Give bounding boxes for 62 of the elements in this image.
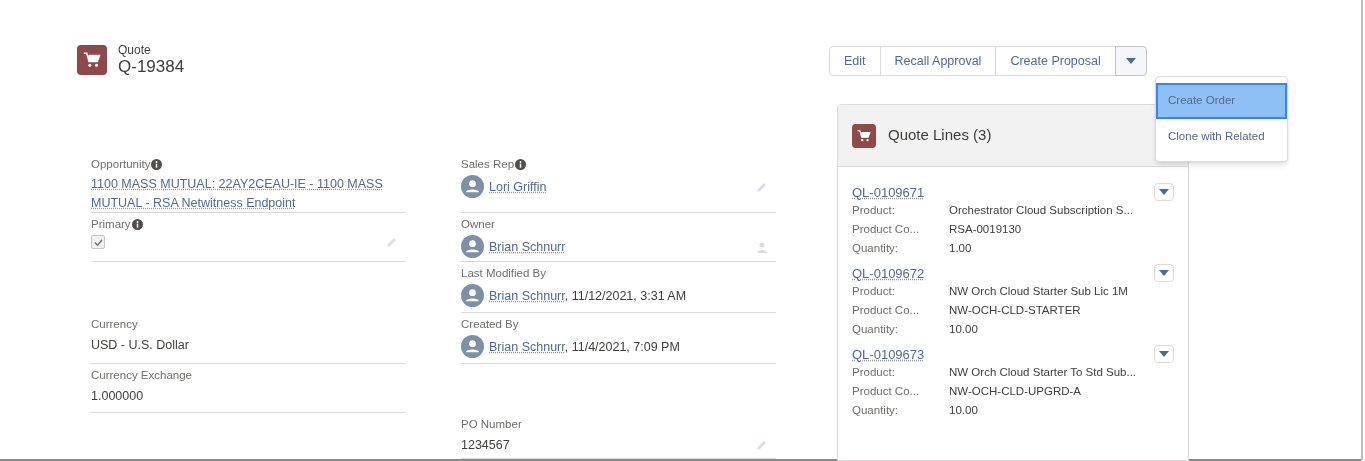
quote-line-link[interactable]: QL-0109673: [852, 345, 925, 363]
field-label: Currency: [91, 317, 138, 332]
field-value: Orchestrator Cloud Subscription S...: [949, 203, 1134, 218]
user-link[interactable]: Lori Griffin: [489, 176, 547, 197]
field-label: Last Modified By: [461, 266, 546, 281]
dropdown-button[interactable]: [1114, 46, 1147, 76]
row-menu-button[interactable]: [1154, 264, 1174, 282]
field-label: Created By: [461, 317, 519, 332]
action-button[interactable]: Create Proposal: [995, 46, 1116, 76]
row-menu-button[interactable]: [1154, 183, 1174, 201]
field-label: Product Co...: [852, 303, 921, 318]
menu-item[interactable]: Create Order: [1156, 83, 1287, 119]
card-title[interactable]: Quote Lines (3): [888, 124, 992, 147]
field-value: 10.00: [949, 403, 978, 418]
user-avatar-icon: [461, 235, 484, 258]
field-label: Quantity:: [852, 322, 900, 337]
field-label: Quantity:: [852, 403, 900, 418]
field-label: Product Co...: [852, 384, 921, 399]
field-label: Owner: [461, 217, 495, 232]
caret-icon: [1159, 189, 1169, 195]
user-link[interactable]: Brian Schnurr: [489, 236, 566, 257]
field-label: Product:: [852, 203, 896, 218]
caret-icon: [1159, 270, 1169, 276]
field-label: Sales Rep: [461, 157, 515, 172]
field-value: 1234567: [461, 437, 510, 454]
menu-item[interactable]: Clone with Related: [1156, 119, 1287, 155]
object-type: Quote: [118, 43, 152, 57]
field-label: Currency Exchange: [91, 368, 192, 383]
field-label: Product:: [852, 365, 896, 380]
action-button[interactable]: Recall Approval: [879, 46, 997, 76]
row-menu-button[interactable]: [1154, 345, 1174, 363]
field-value: NW Orch Cloud Starter Sub Lic 1M: [949, 284, 1128, 299]
field-label: Quantity:: [852, 241, 900, 256]
action-button[interactable]: Edit: [829, 46, 881, 76]
field-value: 1.00: [949, 241, 972, 256]
caret-icon: [1125, 58, 1136, 64]
user-link[interactable]: Brian Schnurr: [489, 288, 565, 303]
field-value: Brian Schnurr, 11/4/2021, 7:09 PM: [489, 338, 680, 356]
user-link[interactable]: Brian Schnurr: [489, 339, 565, 354]
field-label: Product:: [852, 284, 896, 299]
record-name: Q-19384: [118, 57, 185, 77]
field-value: 10.00: [949, 322, 978, 337]
quote-line-link[interactable]: QL-0109672: [852, 264, 925, 282]
user-avatar-icon: [461, 175, 484, 198]
field-value: Brian Schnurr, 11/12/2021, 3:31 AM: [489, 287, 687, 305]
cart-icon: [77, 45, 107, 75]
user-avatar-icon: [461, 284, 484, 307]
field-value: NW-OCH-CLD-UPGRD-A: [949, 384, 1082, 399]
field-value: NW Orch Cloud Starter To Std Sub...: [949, 365, 1137, 380]
field-value: NW-OCH-CLD-STARTER: [949, 303, 1081, 318]
field-value: 1.000000: [91, 388, 144, 405]
field-value: RSA-0019130: [949, 222, 1022, 237]
field-label: Product Co...: [852, 222, 921, 237]
opportunity-link[interactable]: 1100 MASS MUTUAL: 22AY2CEAU-IE - 1100 MASS MUTUAL - RSA Netwitness Endpoint: [91, 175, 391, 213]
caret-icon: [1159, 351, 1169, 357]
field-label: Opportunity: [91, 157, 151, 172]
field-value: USD - U.S. Dollar: [91, 337, 189, 354]
cart-icon: [852, 123, 876, 148]
user-avatar-icon: [461, 335, 484, 358]
field-label: Primary: [91, 217, 131, 232]
field-label: PO Number: [461, 417, 522, 432]
quote-line-link[interactable]: QL-0109671: [852, 183, 925, 201]
